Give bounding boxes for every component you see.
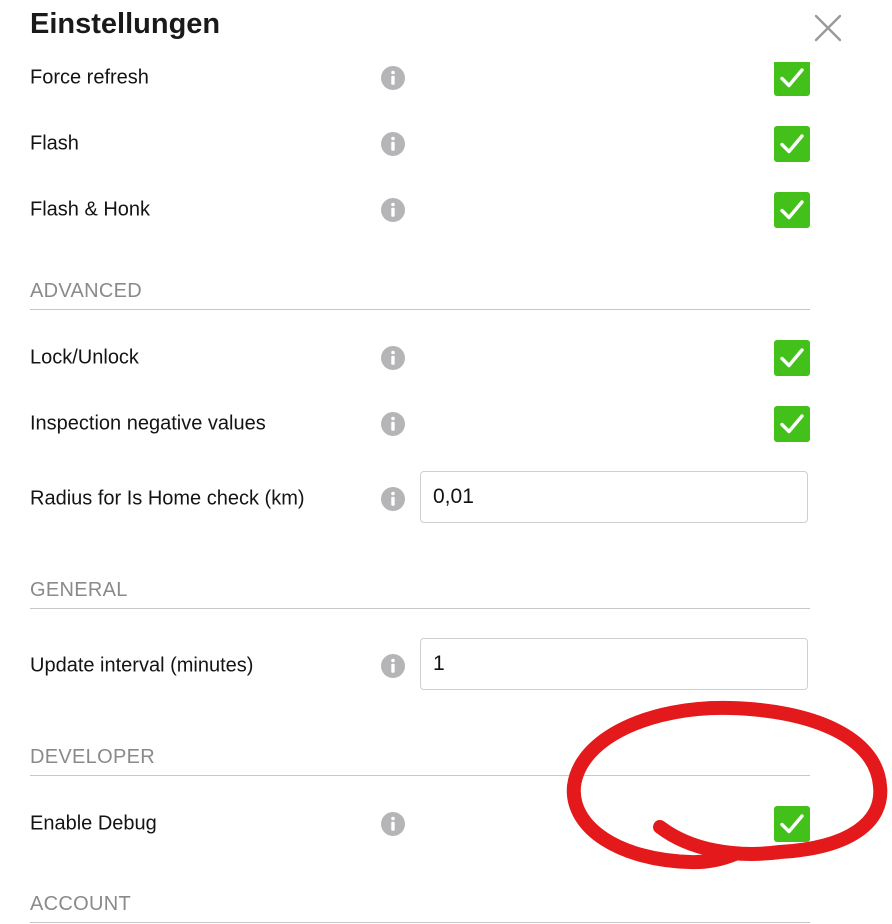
lock-unlock-checkbox[interactable] (774, 340, 810, 376)
inspection-negative-checkbox[interactable] (774, 406, 810, 442)
info-icon[interactable] (380, 653, 406, 679)
setting-label: Inspection negative values (30, 412, 266, 435)
setting-row-radius: Radius for Is Home check (km) (30, 471, 810, 527)
setting-row-lock-unlock: Lock/Unlock (30, 330, 810, 386)
section-header-general: GENERAL (30, 576, 810, 609)
info-icon[interactable] (380, 411, 406, 437)
section-title: DEVELOPER (30, 746, 155, 768)
setting-row-flash-honk: Flash & Honk (30, 182, 810, 238)
setting-row-force-refresh: Force refresh (30, 62, 810, 106)
close-icon[interactable] (810, 10, 846, 46)
dialog-title: Einstellungen (30, 8, 221, 40)
info-icon[interactable] (380, 131, 406, 157)
setting-label: Radius for Is Home check (km) (30, 487, 305, 510)
section-header-developer: DEVELOPER (30, 743, 810, 776)
section-title: GENERAL (30, 579, 128, 601)
force-refresh-checkbox[interactable] (774, 62, 810, 96)
radius-input[interactable] (420, 471, 808, 523)
settings-list[interactable]: Force refresh Flash Flash & Honk ADVANCE… (0, 62, 892, 924)
setting-row-inspection-negative: Inspection negative values (30, 396, 810, 452)
update-interval-input[interactable] (420, 638, 808, 690)
section-title: ACCOUNT (30, 893, 131, 915)
info-icon[interactable] (380, 65, 406, 91)
flash-honk-checkbox[interactable] (774, 192, 810, 228)
enable-debug-checkbox[interactable] (774, 806, 810, 842)
setting-label: Update interval (minutes) (30, 654, 254, 677)
section-title: ADVANCED (30, 280, 143, 302)
flash-checkbox[interactable] (774, 126, 810, 162)
setting-row-flash: Flash (30, 116, 810, 172)
setting-row-update-interval: Update interval (minutes) (30, 638, 810, 694)
section-header-account: ACCOUNT (30, 890, 810, 923)
info-icon[interactable] (380, 811, 406, 837)
section-header-advanced: ADVANCED (30, 277, 810, 310)
info-icon[interactable] (380, 197, 406, 223)
setting-label: Flash (30, 132, 79, 155)
setting-label: Force refresh (30, 66, 149, 89)
setting-label: Lock/Unlock (30, 346, 139, 369)
setting-row-enable-debug: Enable Debug (30, 796, 810, 852)
setting-label: Flash & Honk (30, 198, 151, 221)
info-icon[interactable] (380, 486, 406, 512)
info-icon[interactable] (380, 345, 406, 371)
setting-label: Enable Debug (30, 812, 157, 835)
